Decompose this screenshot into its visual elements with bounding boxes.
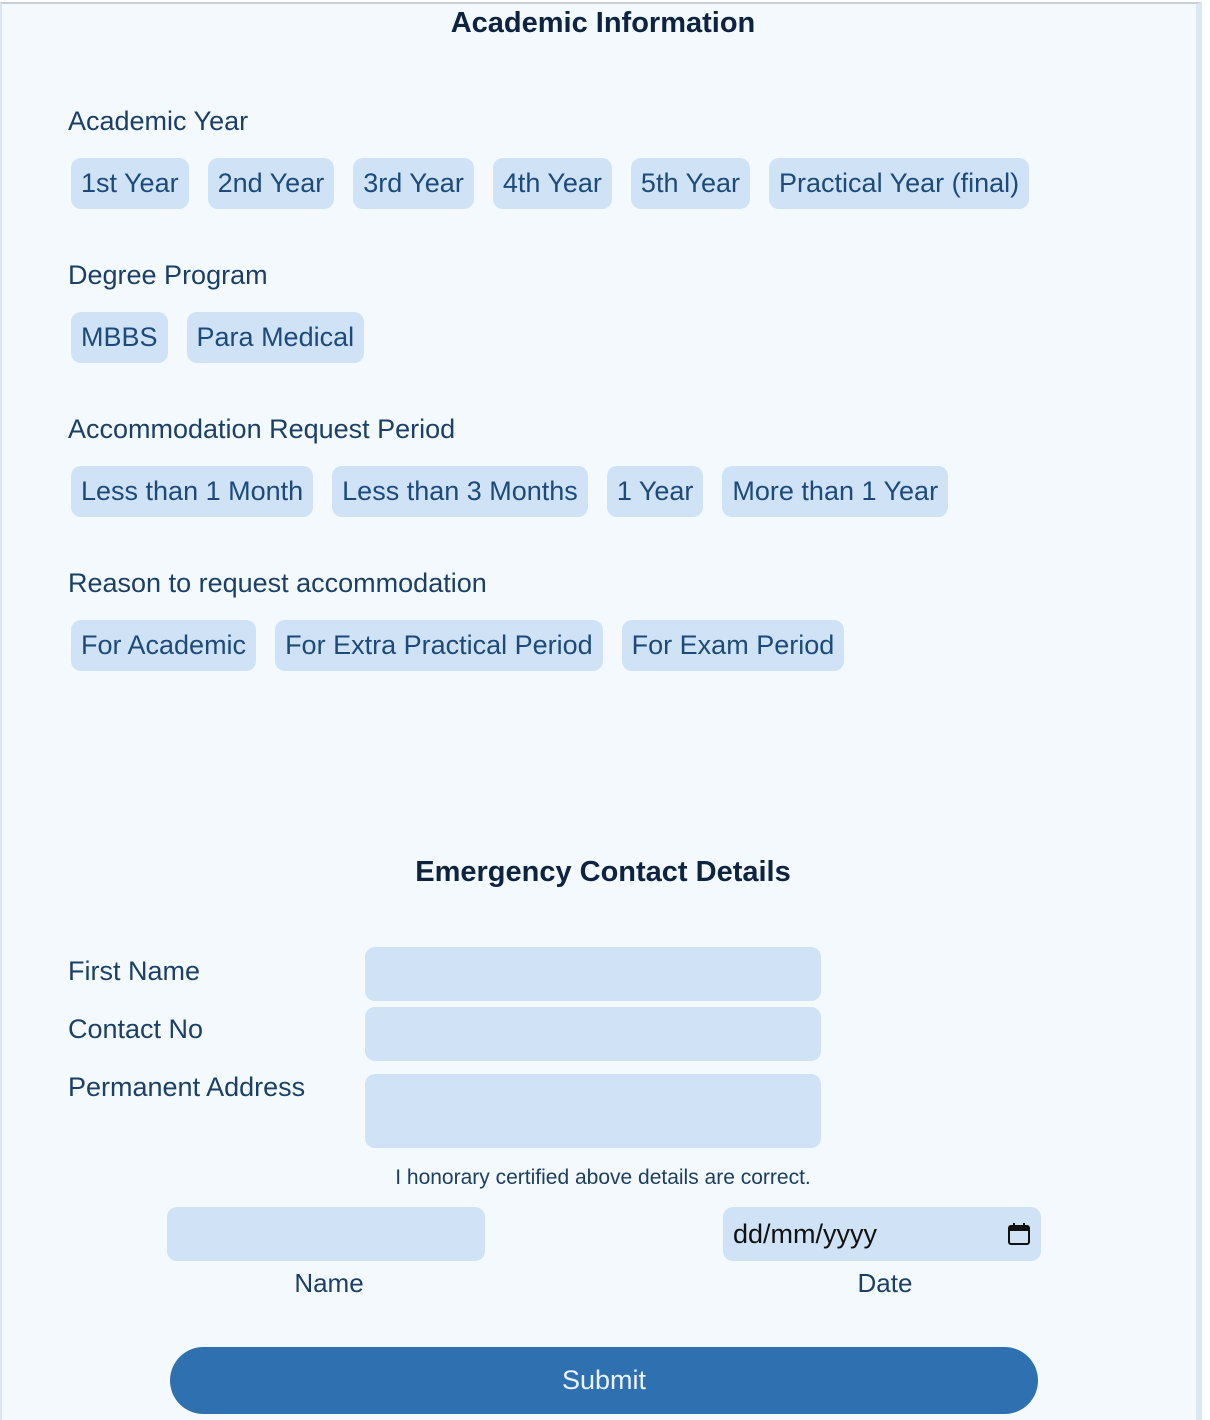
academic-year-option-1st[interactable]: 1st Year bbox=[71, 158, 189, 209]
accommodation-period-label: Accommodation Request Period bbox=[68, 414, 456, 444]
reason-options: For Academic For Extra Practical Period … bbox=[71, 620, 845, 671]
permanent-address-label: Permanent Address bbox=[68, 1072, 306, 1102]
period-option-less-1-month[interactable]: Less than 1 Month bbox=[71, 466, 314, 517]
reason-label: Reason to request accommodation bbox=[68, 568, 487, 598]
degree-option-mbbs[interactable]: MBBS bbox=[71, 312, 168, 363]
reason-option-exam[interactable]: For Exam Period bbox=[621, 620, 845, 671]
form-panel: Academic Information Academic Year 1st Y… bbox=[0, 2, 1202, 1420]
name-caption: Name bbox=[294, 1268, 364, 1298]
date-placeholder: dd/mm/yyyy bbox=[733, 1218, 878, 1249]
submit-button[interactable]: Submit bbox=[170, 1347, 1038, 1414]
academic-year-option-4th[interactable]: 4th Year bbox=[492, 158, 612, 209]
degree-program-options: MBBS Para Medical bbox=[71, 312, 365, 363]
contact-no-input[interactable] bbox=[365, 1007, 821, 1061]
certification-text: I honorary certified above details are c… bbox=[395, 1166, 811, 1189]
academic-year-option-practical[interactable]: Practical Year (final) bbox=[769, 158, 1030, 209]
accommodation-period-options: Less than 1 Month Less than 3 Months 1 Y… bbox=[71, 466, 949, 517]
date-input[interactable]: dd/mm/yyyy bbox=[723, 1207, 1041, 1261]
academic-year-label: Academic Year bbox=[68, 106, 249, 136]
reason-option-extra-practical[interactable]: For Extra Practical Period bbox=[275, 620, 603, 671]
signature-name-input[interactable] bbox=[167, 1207, 485, 1261]
period-option-less-3-months[interactable]: Less than 3 Months bbox=[332, 466, 588, 517]
academic-info-title: Academic Information bbox=[450, 7, 756, 39]
academic-year-option-3rd[interactable]: 3rd Year bbox=[353, 158, 474, 209]
contact-no-label: Contact No bbox=[68, 1014, 204, 1044]
permanent-address-input[interactable] bbox=[365, 1074, 821, 1148]
period-option-more-1-year[interactable]: More than 1 Year bbox=[722, 466, 949, 517]
academic-year-options: 1st Year 2nd Year 3rd Year 4th Year 5th … bbox=[71, 158, 1030, 209]
degree-program-label: Degree Program bbox=[68, 260, 268, 290]
academic-year-option-2nd[interactable]: 2nd Year bbox=[207, 158, 335, 209]
emergency-contact-title: Emergency Contact Details bbox=[415, 856, 791, 888]
reason-option-academic[interactable]: For Academic bbox=[71, 620, 257, 671]
academic-year-option-5th[interactable]: 5th Year bbox=[630, 158, 751, 209]
first-name-label: First Name bbox=[68, 956, 201, 986]
first-name-input[interactable] bbox=[365, 947, 821, 1001]
date-caption: Date bbox=[857, 1268, 913, 1298]
degree-option-para-medical[interactable]: Para Medical bbox=[186, 312, 365, 363]
calendar-icon[interactable] bbox=[1007, 1222, 1031, 1246]
period-option-1-year[interactable]: 1 Year bbox=[606, 466, 704, 517]
